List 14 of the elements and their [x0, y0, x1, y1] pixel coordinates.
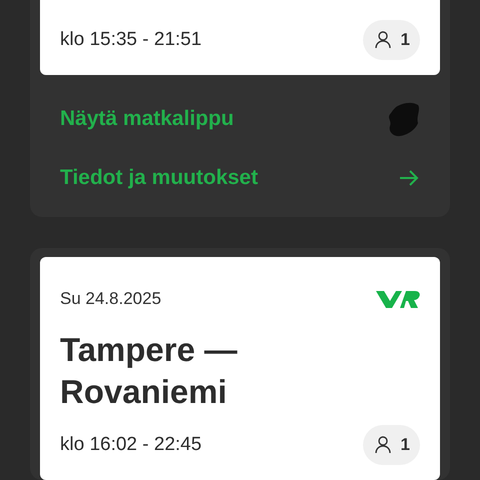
route-title: Tampere — Rovaniemi [60, 330, 238, 412]
passenger-badge: 1 [362, 425, 420, 465]
trip-date: Su 24.8.2025 [60, 288, 162, 310]
ticket-card[interactable]: Su 24.8.2025 Tampere — Rovaniemi klo 16:02 - 22:45 1 [40, 257, 440, 480]
logo [376, 289, 420, 309]
trip-time: klo 16:02 - 22:45 [60, 432, 202, 457]
person-icon [372, 435, 393, 455]
passenger-badge: 1 [362, 20, 420, 60]
action-link[interactable]: Näytä matkalippu [40, 89, 440, 148]
scribble-mark [388, 100, 420, 136]
action-link[interactable]: Tiedot ja muutokset [40, 148, 440, 207]
trip-time: klo 15:35 - 21:51 [60, 28, 202, 52]
person-icon [372, 30, 393, 50]
ticket-card[interactable]: klo 15:35 - 21:51 1 [40, 0, 440, 75]
